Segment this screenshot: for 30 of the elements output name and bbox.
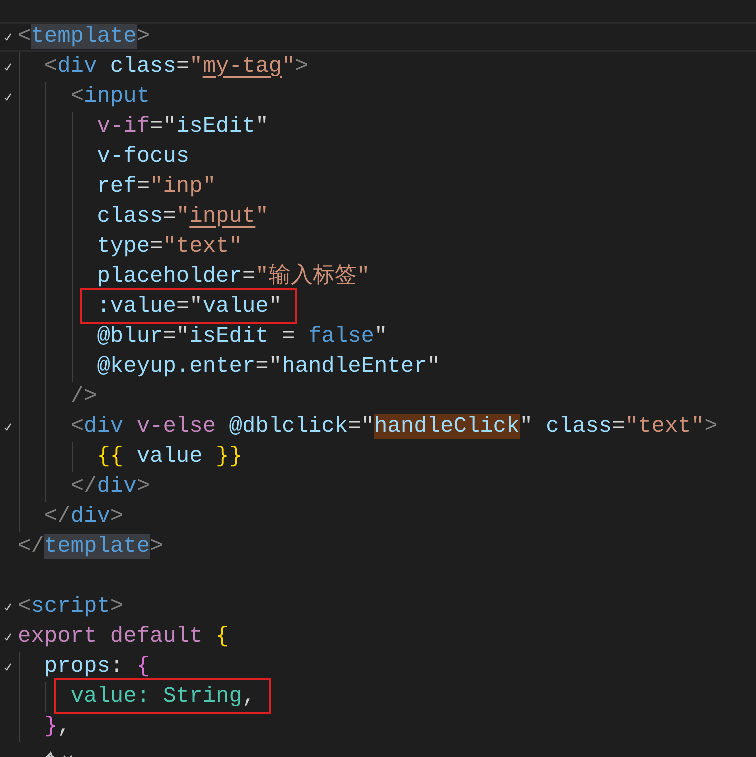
- code-line: value: String,: [70, 684, 256, 709]
- code-line: @blur="isEdit = false": [97, 324, 388, 349]
- code-line: v-if="isEdit": [97, 114, 269, 139]
- code-line: class="input": [97, 204, 269, 229]
- code-line: @keyup.enter="handleEnter": [97, 354, 440, 379]
- code-line: v-focus: [97, 144, 190, 169]
- code-line: },: [44, 714, 71, 739]
- code-line: </div>: [70, 474, 150, 499]
- code-line: :value="value": [97, 294, 282, 319]
- code-line: <template>: [18, 24, 150, 49]
- code-line: ref="inp": [97, 174, 216, 199]
- fold-chevron-icon[interactable]: [4, 663, 12, 671]
- code-line: placeholder="输入标签": [97, 264, 370, 289]
- fold-chevron-icon[interactable]: [4, 423, 12, 431]
- code-line: </template>: [18, 534, 164, 559]
- code-line: <div v-else @dblclick="handleClick" class="text">: [70, 414, 718, 439]
- code-line: {{ value }}: [97, 444, 242, 469]
- code-line: </div>: [44, 504, 124, 529]
- code-line: props: {: [44, 654, 150, 679]
- code-line: <input: [70, 84, 150, 109]
- code-line: <div class="my-tag">: [44, 54, 308, 79]
- code-line: />: [70, 384, 98, 409]
- fold-chevron-icon[interactable]: [4, 633, 12, 641]
- code-line: type="text": [97, 234, 242, 259]
- fold-chevron-icon[interactable]: [4, 63, 12, 71]
- fold-chevron-icon[interactable]: [4, 33, 12, 41]
- fold-chevron-icon[interactable]: [4, 93, 12, 101]
- code-line: <script>: [18, 594, 124, 619]
- code-line: export default {: [18, 624, 230, 649]
- fold-chevron-icon[interactable]: [4, 603, 12, 611]
